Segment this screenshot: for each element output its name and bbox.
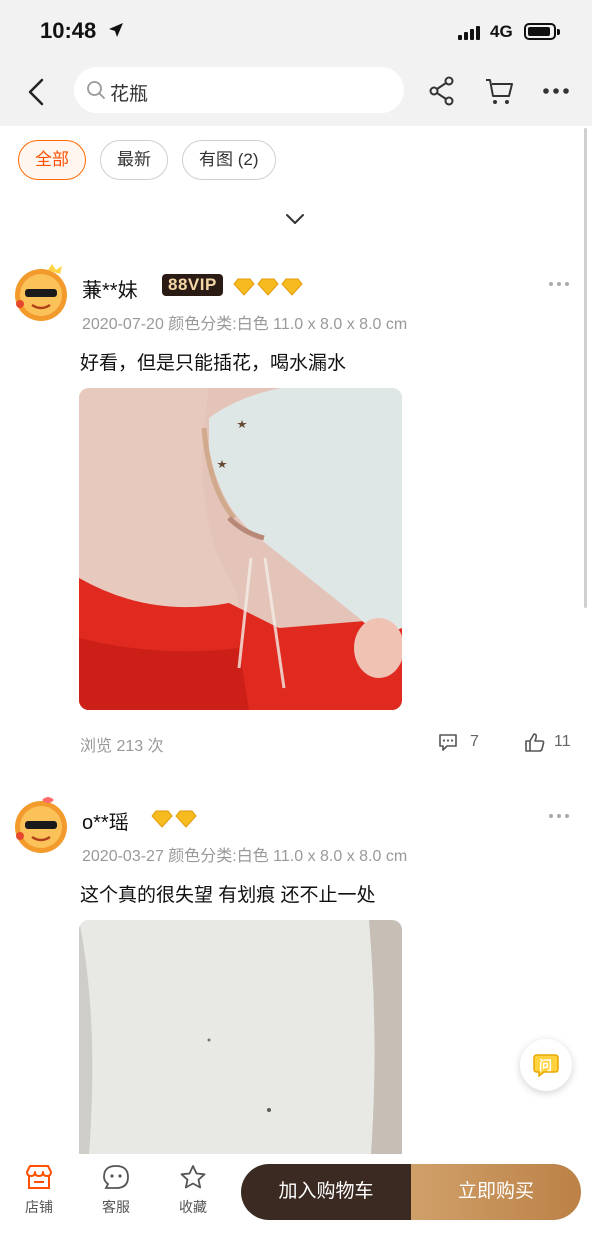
scrollbar[interactable] xyxy=(584,128,587,608)
comment-count: 7 xyxy=(470,733,479,750)
cart-icon[interactable] xyxy=(484,76,514,106)
diamond-icon xyxy=(175,810,197,828)
review-text: 这个真的很失望 有划痕 还不止一处 xyxy=(80,885,376,906)
service-label: 客服 xyxy=(102,1199,130,1215)
review-item: o**瑶 2020-03-27 颜色分类:白色 11.0 x 8.0 x 8.0… xyxy=(0,790,580,1154)
review-photo[interactable] xyxy=(79,388,402,710)
ask-button[interactable]: 问 xyxy=(520,1039,572,1091)
tab-all[interactable]: 全部 xyxy=(18,140,86,180)
chevron-down-icon[interactable] xyxy=(285,212,305,226)
search-query: 花瓶 xyxy=(110,84,149,105)
review-more-icon[interactable] xyxy=(548,280,570,288)
customer-service-button[interactable]: 客服 xyxy=(91,1164,141,1217)
shop-icon xyxy=(26,1165,52,1189)
more-icon[interactable] xyxy=(542,76,570,106)
avatar[interactable] xyxy=(12,264,70,322)
diamond-icon xyxy=(281,278,303,296)
search-icon xyxy=(87,81,105,99)
status-time: 10:48 xyxy=(40,18,97,43)
review-username: o**瑶 xyxy=(82,812,129,834)
comment-icon xyxy=(439,734,457,751)
review-username: 蒹**妹 xyxy=(82,280,138,302)
buy-now-button[interactable]: 立即购买 xyxy=(411,1164,581,1220)
like-button[interactable]: 11 xyxy=(524,732,571,752)
shop-button[interactable]: 店铺 xyxy=(14,1164,64,1217)
favorite-label: 收藏 xyxy=(179,1199,207,1215)
review-text: 好看，但是只能插花，喝水漏水 xyxy=(80,353,347,374)
review-meta: 2020-03-27 颜色分类:白色 11.0 x 8.0 x 8.0 cm xyxy=(82,848,408,865)
like-count: 11 xyxy=(554,733,571,750)
thumbs-up-icon xyxy=(525,733,545,752)
avatar[interactable] xyxy=(12,796,70,854)
shop-label: 店铺 xyxy=(25,1199,53,1215)
tab-with-photos[interactable]: 有图 (2) xyxy=(182,140,276,180)
comment-button[interactable]: 7 xyxy=(438,732,479,752)
back-icon[interactable] xyxy=(22,76,52,108)
service-icon xyxy=(103,1165,129,1189)
diamond-icon xyxy=(151,810,173,828)
location-arrow-icon xyxy=(109,23,123,37)
view-count: 浏览 213 次 xyxy=(80,738,164,755)
review-meta: 2020-07-20 颜色分类:白色 11.0 x 8.0 x 8.0 cm xyxy=(82,316,408,333)
search-input[interactable]: 花瓶 xyxy=(74,67,404,113)
review-item: 蒹**妹 88VIP 2020-07-20 颜色分类:白色 11.0 x 8.0… xyxy=(0,258,580,778)
filter-tabs: 全部 最新 有图 (2) xyxy=(18,140,276,180)
member-level xyxy=(232,278,304,296)
review-more-icon[interactable] xyxy=(548,812,570,820)
star-icon xyxy=(180,1165,206,1189)
add-to-cart-button[interactable]: 加入购物车 xyxy=(241,1164,411,1220)
battery-icon xyxy=(524,23,560,40)
tab-latest[interactable]: 最新 xyxy=(100,140,168,180)
vip-badge: 88VIP xyxy=(162,274,223,296)
ask-label: 问 xyxy=(539,1058,553,1073)
network-type: 4G xyxy=(490,22,513,41)
diamond-icon xyxy=(233,278,255,296)
nav-bar: 花瓶 xyxy=(0,62,592,126)
review-photo[interactable] xyxy=(79,920,402,1154)
diamond-icon xyxy=(257,278,279,296)
status-bar: 10:48 4G xyxy=(0,0,592,62)
member-level xyxy=(150,810,198,828)
share-icon[interactable] xyxy=(428,76,456,106)
signal-icon xyxy=(458,26,480,40)
bottom-bar: 店铺 客服 收藏 加入购物车 立即购买 xyxy=(0,1154,592,1250)
favorite-button[interactable]: 收藏 xyxy=(168,1164,218,1217)
